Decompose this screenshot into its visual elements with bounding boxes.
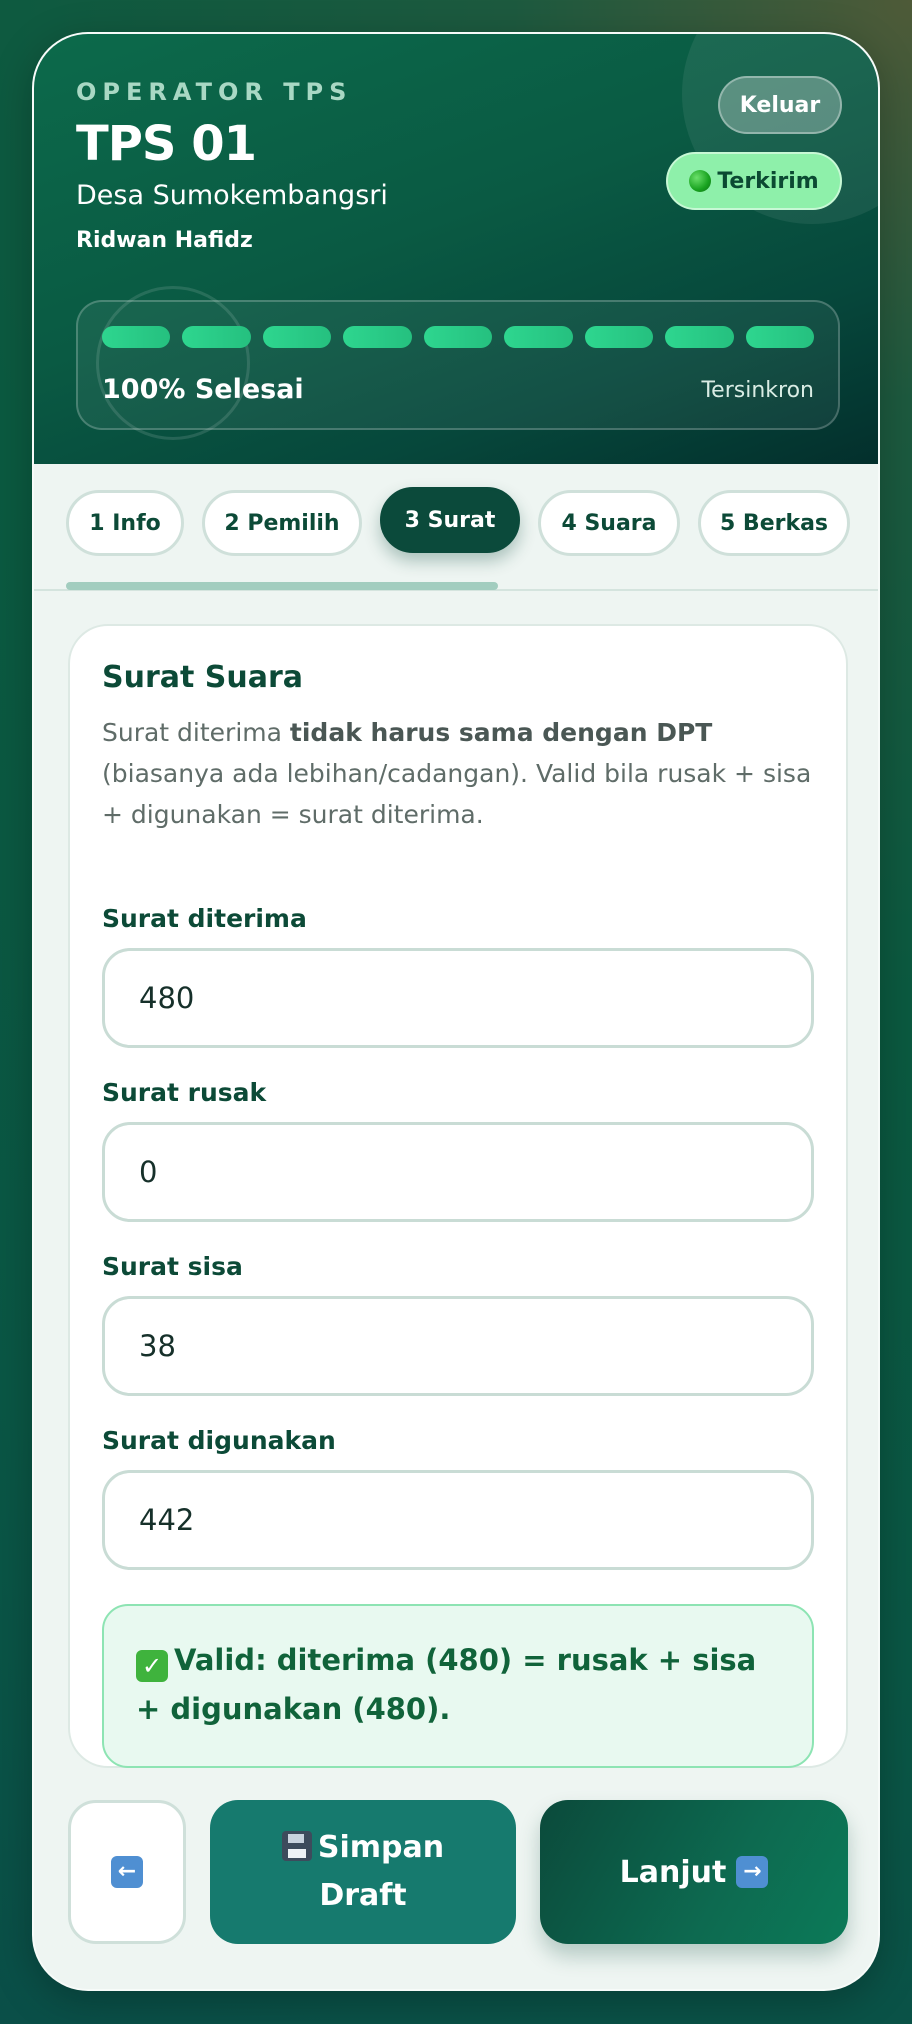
sync-status: Tersinkron: [701, 378, 814, 403]
app-card: OPERATOR TPS TPS 01 Desa Sumokembangsri …: [32, 32, 880, 1991]
status-label: Terkirim: [717, 168, 819, 194]
floppy-disk-icon: [281, 1831, 312, 1861]
label-surat-digunakan: Surat digunakan: [102, 1426, 336, 1455]
desc-text-start: Surat diterima: [102, 718, 290, 747]
progress-panel: 100% Selesai Tersinkron: [76, 300, 840, 430]
back-button[interactable]: ←: [68, 1800, 186, 1944]
next-button[interactable]: Lanjut →: [540, 1800, 848, 1944]
green-circle-icon: [689, 170, 712, 192]
validation-message: ✓ Valid: diterima (480) = rusak + sisa + …: [102, 1604, 814, 1768]
progress-segment: [745, 326, 814, 348]
surat-digunakan-input[interactable]: [102, 1470, 814, 1570]
label-surat-rusak: Surat rusak: [102, 1078, 267, 1107]
form-description: Surat diterima tidak harus sama dengan D…: [102, 712, 822, 835]
left-arrow-icon: ←: [111, 1856, 143, 1888]
desc-text-end: (biasanya ada lebihan/cadangan). Valid b…: [102, 759, 812, 829]
logout-button[interactable]: Keluar: [718, 76, 842, 134]
label-surat-sisa: Surat sisa: [102, 1252, 243, 1281]
surat-rusak-input[interactable]: [102, 1122, 814, 1222]
save-draft-button[interactable]: Simpan Draft: [210, 1800, 516, 1944]
tab-suara[interactable]: 4 Suara: [538, 490, 680, 556]
check-mark-icon: ✓: [136, 1650, 168, 1682]
next-label: Lanjut: [619, 1854, 727, 1890]
surat-diterima-input[interactable]: [102, 948, 814, 1048]
progress-segment: [504, 326, 573, 348]
validation-text: Valid: diterima (480) = rusak + sisa + d…: [136, 1643, 757, 1726]
ballot-form: Surat Suara Surat diterima tidak harus s…: [68, 624, 848, 1768]
progress-segment: [584, 326, 654, 348]
operator-name: Ridwan Hafidz: [76, 228, 253, 253]
progress-segment: [262, 326, 332, 348]
tab-scrollbar[interactable]: [66, 582, 498, 590]
progress-segment: [343, 326, 412, 348]
save-draft-label: Simpan Draft: [281, 1824, 445, 1920]
progress-segment: [665, 326, 734, 348]
step-tabs: 1 Info 2 Pemilih 3 Surat 4 Suara 5 Berka…: [66, 487, 878, 558]
form-title: Surat Suara: [102, 660, 304, 695]
tab-surat[interactable]: 3 Surat: [380, 487, 520, 553]
progress-segment: [182, 326, 251, 348]
tab-berkas[interactable]: 5 Berkas: [698, 490, 850, 556]
progress-label: 100% Selesai: [102, 374, 304, 405]
save-label-line2: Draft: [319, 1878, 407, 1913]
progress-segment: [423, 326, 493, 348]
progress-segment: [102, 326, 171, 348]
desc-text-bold: tidak harus sama dengan DPT: [289, 718, 713, 747]
right-arrow-icon: →: [736, 1856, 769, 1888]
status-badge: Terkirim: [666, 152, 842, 210]
village-name: Desa Sumokembangsri: [76, 180, 388, 211]
save-label-line1: Simpan: [317, 1830, 445, 1865]
header: OPERATOR TPS TPS 01 Desa Sumokembangsri …: [34, 34, 878, 464]
progress-segments: [102, 326, 814, 348]
tab-pemilih[interactable]: 2 Pemilih: [202, 490, 362, 556]
surat-sisa-input[interactable]: [102, 1296, 814, 1396]
tab-info[interactable]: 1 Info: [66, 490, 184, 556]
role-label: OPERATOR TPS: [76, 78, 353, 106]
tps-title: TPS 01: [76, 116, 257, 172]
label-surat-diterima: Surat diterima: [102, 904, 307, 933]
